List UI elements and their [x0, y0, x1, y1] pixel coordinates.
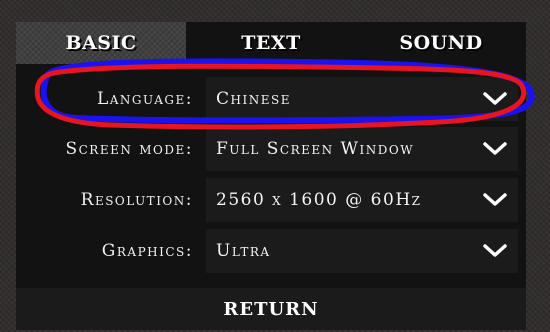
chevron-down-icon[interactable] — [480, 189, 510, 211]
screen-mode-value: Full Screen Window — [216, 139, 415, 159]
tab-basic[interactable]: BASIC — [16, 22, 186, 64]
resolution-value: 2560 x 1600 @ 60Hz — [216, 190, 422, 210]
language-dropdown[interactable]: Chinese — [206, 77, 518, 121]
language-label: Language: — [96, 89, 193, 109]
graphics-value: Ultra — [216, 241, 271, 261]
settings-panel: BASIC TEXT SOUND Language: Chinese Scree… — [16, 22, 526, 330]
tab-text[interactable]: TEXT — [186, 22, 356, 64]
return-button[interactable]: RETURN — [16, 288, 526, 330]
tab-bar: BASIC TEXT SOUND — [16, 22, 526, 64]
setting-row-screen-mode: Screen mode: Full Screen Window — [16, 127, 526, 171]
graphics-label: Graphics: — [101, 241, 193, 261]
chevron-down-icon[interactable] — [480, 88, 510, 110]
setting-row-language: Language: Chinese — [16, 77, 526, 121]
screen-mode-dropdown[interactable]: Full Screen Window — [206, 127, 518, 171]
chevron-down-icon[interactable] — [480, 138, 510, 160]
language-value: Chinese — [216, 89, 291, 109]
resolution-dropdown[interactable]: 2560 x 1600 @ 60Hz — [206, 178, 518, 222]
tab-sound[interactable]: SOUND — [356, 22, 526, 64]
setting-row-graphics: Graphics: Ultra — [16, 229, 526, 273]
setting-row-resolution: Resolution: 2560 x 1600 @ 60Hz — [16, 178, 526, 222]
chevron-down-icon[interactable] — [480, 240, 510, 262]
resolution-label: Resolution: — [80, 190, 193, 210]
graphics-dropdown[interactable]: Ultra — [206, 229, 518, 273]
screen-mode-label: Screen mode: — [65, 139, 193, 159]
